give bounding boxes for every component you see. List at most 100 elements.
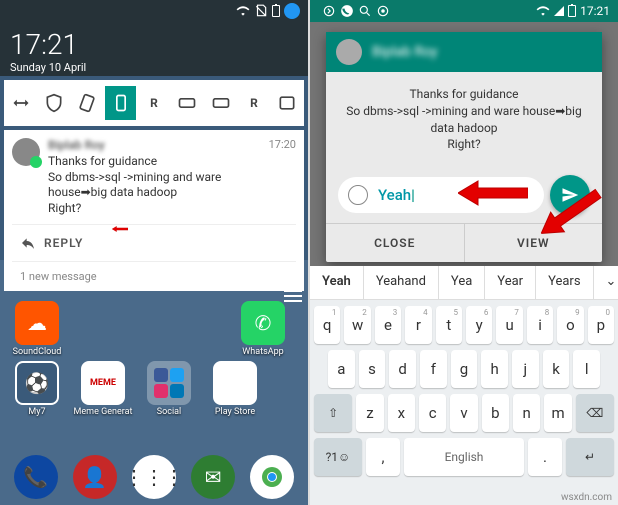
key-i[interactable]: i8 xyxy=(527,306,553,344)
notif-line-3: Right? xyxy=(48,201,269,217)
keyboard: q1w2e3r4t5y6u7i8o9p0 asdfghjkl ⇧zxcvbnm⌫… xyxy=(310,300,618,505)
dock-phone[interactable]: 📞 xyxy=(14,455,58,499)
popup-avatar xyxy=(336,39,362,65)
popup-line-3: Right? xyxy=(344,136,584,153)
dock: 📞 👤 ⋮⋮⋮ ✉ xyxy=(0,455,308,499)
key-m[interactable]: m xyxy=(544,394,571,432)
rotate-icon[interactable] xyxy=(5,86,36,120)
key-k[interactable]: k xyxy=(543,350,570,388)
tablet-icon[interactable] xyxy=(272,86,303,120)
whatsapp-icon xyxy=(340,4,354,18)
key-backspace[interactable]: ⌫ xyxy=(576,394,614,432)
app-social-folder[interactable]: Social xyxy=(138,361,200,417)
reply-button[interactable]: REPLY xyxy=(12,224,296,261)
landscape-icon[interactable] xyxy=(205,86,236,120)
expand-notif-icon[interactable] xyxy=(284,290,302,302)
suggestion-bar: Yeah Yeahand Yea Year Years ⌄ xyxy=(310,266,618,300)
lock-screen: 17:21 Sunday 10 April R R Biplab Roy Tha… xyxy=(0,0,308,505)
key-b[interactable]: b xyxy=(482,394,509,432)
back-icon[interactable] xyxy=(322,4,336,18)
shield-icon[interactable] xyxy=(38,86,69,120)
key-t[interactable]: t5 xyxy=(436,306,462,344)
app-whatsapp[interactable]: ✆WhatsApp xyxy=(232,301,294,357)
key-v[interactable]: v xyxy=(450,394,477,432)
app-soundcloud[interactable]: ☁SoundCloud xyxy=(6,301,68,357)
emoji-icon[interactable] xyxy=(348,185,368,205)
sugg-4[interactable]: Years xyxy=(536,266,593,299)
popup-header: Biplab Roy xyxy=(326,32,602,72)
sugg-3[interactable]: Year xyxy=(485,266,536,299)
dock-messages[interactable]: ✉ xyxy=(191,455,235,499)
key-u[interactable]: u7 xyxy=(496,306,522,344)
home-apps: ☁SoundCloud ✆WhatsApp ⚽My7 MEMEMeme Gene… xyxy=(0,291,308,427)
notif-line-1: Thanks for guidance xyxy=(48,154,269,170)
app-meme[interactable]: MEMEMeme Generat xyxy=(72,361,134,417)
wifi-icon xyxy=(236,4,250,18)
battery-icon xyxy=(272,5,280,17)
rotate-off-icon[interactable] xyxy=(72,86,103,120)
popup-message: Thanks for guidance So dbms->sql ->minin… xyxy=(326,72,602,167)
app-my7[interactable]: ⚽My7 xyxy=(6,361,68,417)
dock-chrome[interactable] xyxy=(250,455,294,499)
key-s[interactable]: s xyxy=(359,350,386,388)
clock-time: 17:21 xyxy=(10,28,298,61)
key-shift[interactable]: ⇧ xyxy=(314,394,352,432)
key-o[interactable]: o9 xyxy=(557,306,583,344)
key-p[interactable]: p0 xyxy=(588,306,614,344)
key-l[interactable]: l xyxy=(573,350,600,388)
key-g[interactable]: g xyxy=(451,350,478,388)
user-avatar-icon[interactable] xyxy=(284,3,300,19)
clock-date: Sunday 10 April xyxy=(10,61,298,74)
battery-icon-r xyxy=(568,5,576,17)
pointer-arrow-2 xyxy=(458,179,528,211)
message-count: 1 new message xyxy=(12,261,296,291)
search-icon[interactable] xyxy=(358,4,372,18)
dock-contacts[interactable]: 👤 xyxy=(73,455,117,499)
popup-line-2: So dbms->sql ->mining and ware house➡big… xyxy=(344,103,584,137)
reply-popup-screen: 17:21 Biplab Roy Thanks for guidance So … xyxy=(310,0,618,505)
key-enter[interactable]: ↵ xyxy=(566,438,614,476)
expand-sugg-icon[interactable]: ⌄ xyxy=(594,266,618,299)
reply-icon xyxy=(20,235,36,251)
watermark: wsxdn.com xyxy=(561,492,612,503)
key-e[interactable]: e3 xyxy=(375,306,401,344)
sugg-1[interactable]: Yeahand xyxy=(364,266,439,299)
key-dot[interactable]: . xyxy=(528,438,562,476)
sugg-0[interactable]: Yeah xyxy=(310,266,364,299)
key-f[interactable]: f xyxy=(420,350,447,388)
key-z[interactable]: z xyxy=(356,394,383,432)
rotate2-icon[interactable] xyxy=(172,86,203,120)
key-h[interactable]: h xyxy=(481,350,508,388)
view-button[interactable]: VIEW xyxy=(465,224,603,262)
key-c[interactable]: c xyxy=(419,394,446,432)
app-play-store[interactable]: ▶Play Store xyxy=(204,361,266,417)
r-badge2-icon[interactable]: R xyxy=(238,86,269,120)
key-n[interactable]: n xyxy=(513,394,540,432)
key-w[interactable]: w2 xyxy=(344,306,370,344)
key-comma[interactable]: , xyxy=(366,438,400,476)
key-x[interactable]: x xyxy=(388,394,415,432)
key-j[interactable]: j xyxy=(512,350,539,388)
sugg-2[interactable]: Yea xyxy=(439,266,485,299)
whatsapp-notification[interactable]: Biplab Roy Thanks for guidance So dbms->… xyxy=(4,130,304,291)
record-icon[interactable] xyxy=(376,4,390,18)
key-q[interactable]: q1 xyxy=(314,306,340,344)
key-d[interactable]: d xyxy=(389,350,416,388)
wifi-icon-r xyxy=(536,4,550,18)
signal-icon xyxy=(554,6,564,16)
status-bar-right: 17:21 xyxy=(310,0,618,22)
key-symbols[interactable]: ?1☺ xyxy=(314,438,362,476)
key-r[interactable]: r4 xyxy=(405,306,431,344)
lock-header: 17:21 Sunday 10 April xyxy=(0,22,308,76)
notif-line-2: So dbms->sql ->mining and ware house➡big… xyxy=(48,170,269,201)
close-button[interactable]: CLOSE xyxy=(326,224,465,262)
key-y[interactable]: y6 xyxy=(466,306,492,344)
key-a[interactable]: a xyxy=(328,350,355,388)
status-bar xyxy=(0,0,308,22)
no-sim-icon xyxy=(254,4,268,18)
key-space[interactable]: English xyxy=(404,438,524,476)
status-time-r: 17:21 xyxy=(580,4,610,18)
r-badge-icon[interactable]: R xyxy=(138,86,169,120)
portrait-icon[interactable] xyxy=(105,86,136,120)
dock-apps-icon[interactable]: ⋮⋮⋮ xyxy=(132,455,176,499)
